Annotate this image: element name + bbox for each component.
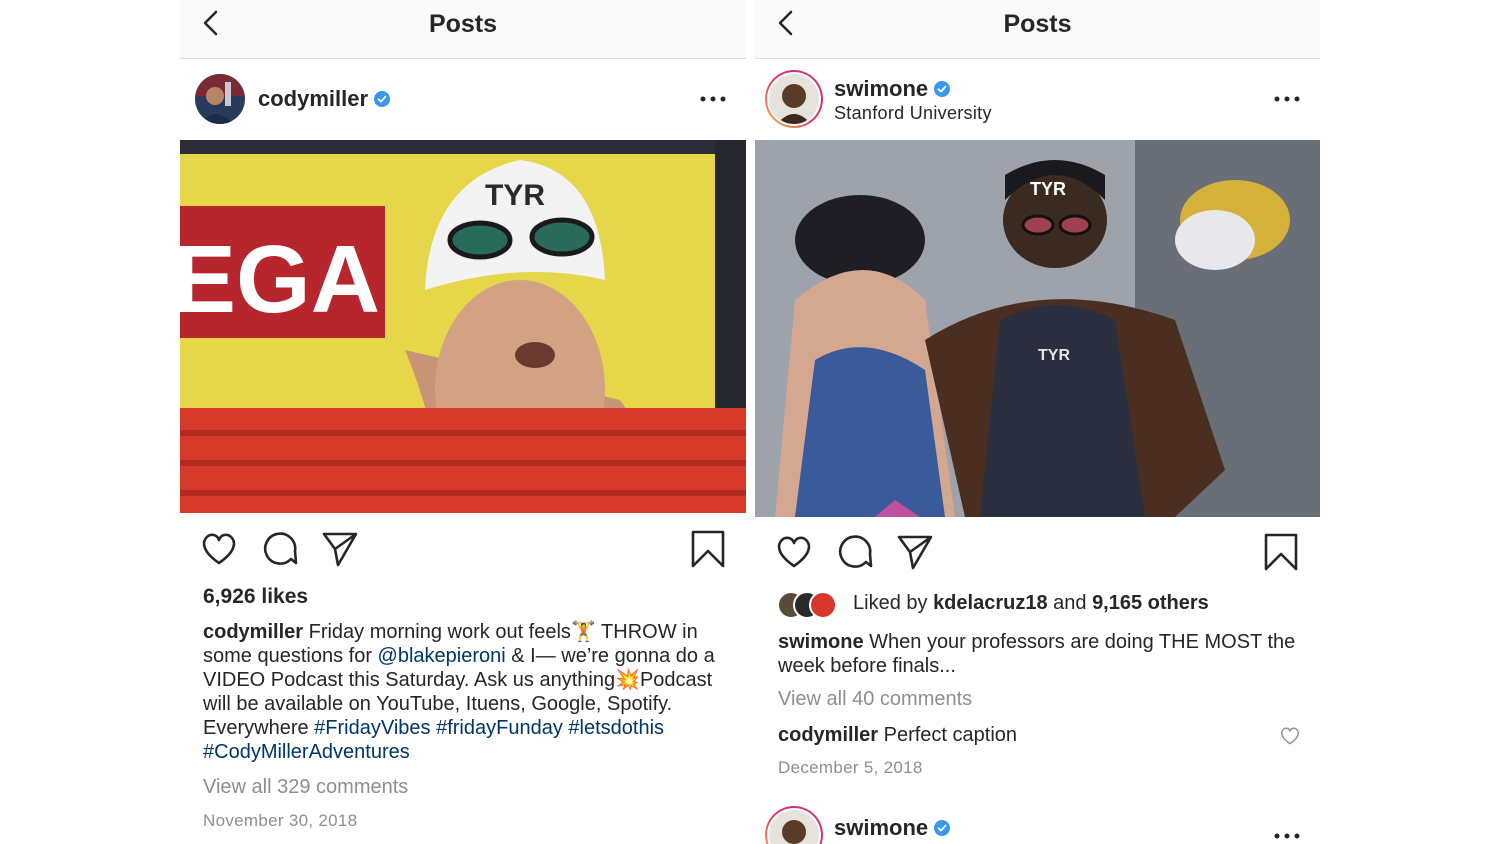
comment-row: codymiller Perfect caption xyxy=(778,723,1268,747)
post-caption: swimone When your professors are doing T… xyxy=(778,630,1308,678)
cap-logo: TYR xyxy=(485,179,545,212)
liked-by-text[interactable]: Liked by kdelacruz18 and 9,165 others xyxy=(853,592,1209,615)
post-location[interactable]: Stanford University xyxy=(834,103,992,124)
collision-emoji-icon: 💥 xyxy=(615,669,640,691)
post-date: November 30, 2018 xyxy=(203,811,358,830)
comment-icon[interactable] xyxy=(835,532,875,572)
liked-by-others[interactable]: 9,165 others xyxy=(1092,592,1209,614)
more-options-icon[interactable] xyxy=(1273,91,1301,107)
username-text: swimone xyxy=(834,815,929,840)
hashtag-link[interactable]: #letsdothis xyxy=(568,717,664,739)
post-caption: codymiller Friday morning work out feels… xyxy=(203,620,733,764)
bookmark-icon[interactable] xyxy=(688,529,728,569)
hashtag-link[interactable]: #FridayVibes xyxy=(314,717,430,739)
cap-logo: TYR xyxy=(1030,179,1066,199)
avatar[interactable] xyxy=(765,70,823,128)
right-post-panel: Posts swimone Stanford University TYR TY… xyxy=(755,0,1320,844)
liked-by-prefix: Liked by xyxy=(853,592,934,614)
top-bar: Posts xyxy=(180,0,746,59)
post-header: codymiller xyxy=(180,59,746,139)
view-all-comments-link[interactable]: View all 329 comments xyxy=(203,776,408,799)
comment-icon[interactable] xyxy=(260,529,300,569)
avatar[interactable] xyxy=(765,806,823,844)
caption-username[interactable]: codymiller xyxy=(203,621,303,643)
comment-like-heart-icon[interactable] xyxy=(1279,725,1301,747)
post-date: December 5, 2018 xyxy=(778,758,923,777)
share-icon[interactable] xyxy=(895,532,935,572)
liked-by-user[interactable]: kdelacruz18 xyxy=(933,592,1048,614)
verified-badge-icon xyxy=(934,820,951,836)
avatar[interactable] xyxy=(195,74,245,124)
mention-link[interactable]: @blakepieroni xyxy=(378,645,506,667)
likes-count[interactable]: 6,926 likes xyxy=(203,585,308,609)
verified-badge-icon xyxy=(934,81,951,97)
comment-text: Perfect caption xyxy=(878,724,1018,746)
next-post-username[interactable]: swimone xyxy=(834,815,951,841)
post-username[interactable]: codymiller xyxy=(258,86,391,112)
left-post-panel: Posts codymiller EGA TYR 6,926 likes cod… xyxy=(180,0,746,844)
liked-by-conjunction: and xyxy=(1047,592,1093,614)
more-options-icon[interactable] xyxy=(1273,828,1301,844)
caption-text: Friday morning work out feels xyxy=(303,621,571,643)
page-title: Posts xyxy=(428,10,498,38)
page-title: Posts xyxy=(1003,10,1072,38)
post-header: swimone Stanford University xyxy=(755,59,1320,139)
top-bar: Posts xyxy=(755,0,1320,59)
share-icon[interactable] xyxy=(320,529,360,569)
hashtag-link[interactable]: #CodyMillerAdventures xyxy=(203,741,410,763)
post-photo[interactable]: EGA TYR xyxy=(180,140,746,513)
liked-by-avatars[interactable] xyxy=(777,591,849,619)
username-text: swimone xyxy=(834,76,929,101)
view-all-comments-link[interactable]: View all 40 comments xyxy=(778,688,972,711)
username-text: codymiller xyxy=(258,86,369,111)
banner-text: EGA xyxy=(180,226,380,333)
post-username[interactable]: swimone xyxy=(834,76,951,102)
weightlifter-emoji-icon: 🏋 xyxy=(570,621,596,643)
suit-logo: TYR xyxy=(1038,347,1070,364)
post-photo[interactable]: TYR TYR xyxy=(755,140,1320,517)
heart-icon[interactable] xyxy=(774,532,814,572)
verified-badge-icon xyxy=(374,91,391,107)
bookmark-icon[interactable] xyxy=(1261,532,1301,572)
more-options-icon[interactable] xyxy=(699,91,727,107)
caption-username[interactable]: swimone xyxy=(778,631,864,653)
hashtag-link[interactable]: #fridayFunday xyxy=(436,717,563,739)
heart-icon[interactable] xyxy=(199,529,239,569)
avatar xyxy=(809,591,837,619)
comment-username[interactable]: codymiller xyxy=(778,724,878,746)
